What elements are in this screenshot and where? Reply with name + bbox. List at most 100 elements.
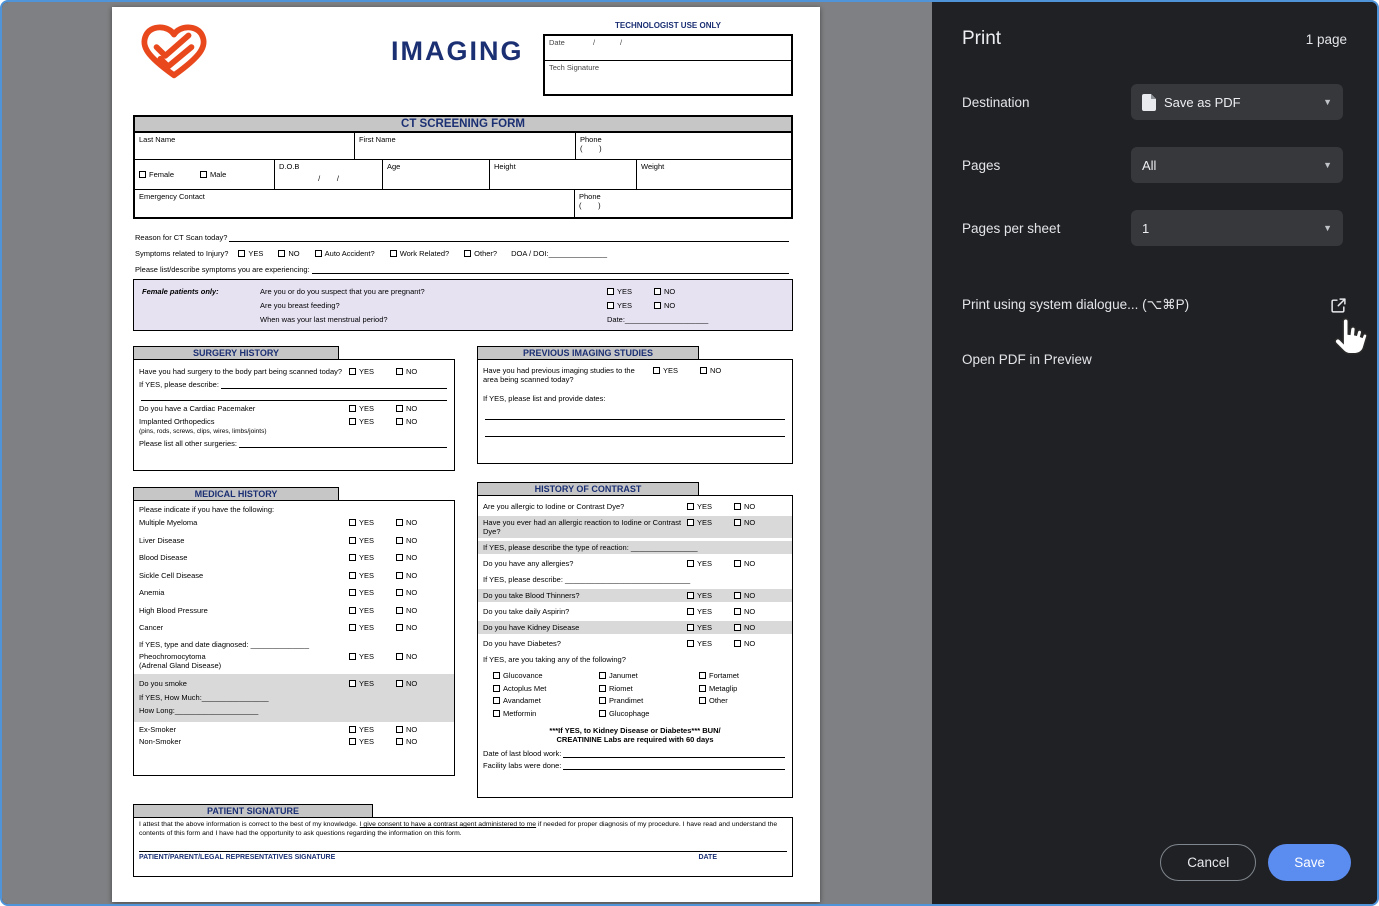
medication-label: Avandamet — [503, 696, 541, 705]
yes-checkbox: YES — [607, 287, 632, 296]
ct-screening-form: IMAGING TECHNOLOGIST USE ONLY Date / / T… — [133, 7, 793, 902]
female-question-row: When was your last menstrual period?Date… — [142, 312, 784, 326]
yes-no-pair: YESNO — [607, 287, 707, 296]
pages-select[interactable]: All ▼ — [1131, 147, 1343, 183]
checkbox-label: YES — [697, 623, 712, 632]
blank-row — [483, 428, 787, 437]
checkbox-icon — [687, 519, 694, 526]
no-checkbox: NO — [396, 652, 417, 661]
no-checkbox: NO — [396, 367, 417, 376]
destination-select[interactable]: Save as PDF ▼ — [1131, 84, 1343, 120]
checkbox-label: YES — [359, 652, 374, 661]
checkbox-icon — [734, 503, 741, 510]
yes-no-pair: YESNO — [349, 588, 449, 597]
medical-history-row: CancerYESNO — [139, 619, 449, 637]
question-label: Ex-Smoker — [139, 725, 349, 734]
checkbox-label: YES — [359, 623, 374, 632]
female-patients-box: Female patients only:Are you or do you s… — [133, 279, 793, 331]
no-checkbox: NO — [396, 417, 417, 426]
chevron-down-icon: ▼ — [1323, 160, 1332, 170]
no-checkbox: NO — [700, 366, 721, 375]
checkbox-icon — [396, 680, 403, 687]
dob-slashes: / / — [279, 174, 378, 183]
system-dialog-link[interactable]: Print using system dialogue... (⌥⌘P) — [932, 291, 1377, 319]
demographics-table: Last Name First Name Phone ( ) Female Ma… — [133, 133, 793, 219]
height-field: Height — [490, 160, 637, 189]
reason-section: Reason for CT Scan today? Symptoms relat… — [133, 219, 793, 279]
yes-checkbox: YES — [349, 606, 374, 615]
yes-no-pair: YESNO — [687, 559, 787, 568]
medication-label: Glucovance — [503, 671, 543, 680]
checkbox-label: YES — [248, 249, 263, 258]
checkbox-label: YES — [617, 301, 632, 310]
checkbox-icon — [349, 418, 356, 425]
checkbox-label: YES — [359, 553, 374, 562]
medical-history-header: MEDICAL HISTORY — [133, 487, 339, 501]
medical-history-row: Multiple MyelomaYESNO — [139, 514, 449, 532]
contrast-row: If YES, are you taking any of the follow… — [478, 653, 792, 666]
checkbox-icon — [607, 288, 614, 295]
yes-checkbox: YES — [349, 571, 374, 580]
question-label: Non-Smoker — [139, 737, 349, 746]
checkbox-icon — [349, 680, 356, 687]
checkbox-icon — [349, 624, 356, 631]
blank-line — [485, 428, 785, 437]
system-dialog-label: Print using system dialogue... (⌥⌘P) — [962, 297, 1189, 313]
checkbox-label: YES — [359, 571, 374, 580]
ex-smoker-row: Ex-Smoker YESNO — [139, 725, 449, 735]
checkbox-icon — [687, 503, 694, 510]
medication-column: FortametMetaglipOther — [699, 671, 787, 718]
previous-imaging-row: Have you had previous imaging studies to… — [483, 366, 787, 384]
cancel-button[interactable]: Cancel — [1160, 844, 1256, 881]
yes-no-pair: YESNO — [349, 725, 449, 734]
form-columns: SURGERY HISTORY Have you had surgery to … — [133, 346, 793, 798]
medication-column: JanumetRiometPrandimetGlucophage — [599, 671, 699, 718]
yes-no-slot: YESNO — [349, 417, 449, 427]
medication-label: Actoplus Met — [503, 684, 546, 693]
yes-no-slot: YESNO — [349, 367, 449, 377]
yes-checkbox: YES — [687, 591, 712, 600]
checkbox-icon — [699, 685, 706, 692]
checkbox-icon — [687, 624, 694, 631]
question-label: Do you have Kidney Disease — [483, 623, 687, 632]
previous-imaging-header: PREVIOUS IMAGING STUDIES — [477, 346, 699, 360]
no-checkbox: NO — [396, 737, 417, 746]
medication-option: Janumet — [599, 671, 699, 680]
checkbox-label: NO — [406, 588, 417, 597]
checkbox-no: NO — [278, 249, 299, 258]
contrast-row: Do you have Kidney DiseaseYESNO — [478, 621, 792, 634]
question-label: Anemia — [139, 588, 349, 597]
right-column: PREVIOUS IMAGING STUDIES Have you had pr… — [477, 346, 793, 798]
medication-option: Fortamet — [699, 671, 787, 680]
no-checkbox: NO — [654, 301, 675, 310]
yes-no-slot: YES NO — [653, 366, 753, 376]
checkbox-icon — [396, 554, 403, 561]
checkbox-icon — [599, 710, 606, 717]
heart-logo-icon — [135, 19, 213, 85]
checkbox-icon — [734, 592, 741, 599]
how-much-line: If YES, How Much:________________ — [139, 693, 449, 702]
orthopedics-subtext: (pins, rods, screws, clips, wires, limbs… — [139, 428, 267, 435]
question-label: Do you smoke — [139, 679, 349, 688]
medications-grid: GlucovanceActoplus MetAvandametMetformin… — [483, 669, 787, 721]
patient-signature-box: I attest that the above information is c… — [133, 817, 793, 877]
question-label: When was your last menstrual period? — [260, 315, 607, 324]
reason-question: Reason for CT Scan today? — [135, 233, 227, 242]
open-pdf-preview-link[interactable]: Open PDF in Preview — [932, 345, 1377, 373]
yes-checkbox: YES — [349, 518, 374, 527]
blank-line — [563, 761, 785, 770]
checkbox-icon — [493, 697, 500, 704]
checkbox-label: YES — [663, 366, 678, 375]
checkbox-label: YES — [697, 639, 712, 648]
symptoms-line: Please list/describe symptoms you are ex… — [135, 258, 791, 274]
pages-per-sheet-select[interactable]: 1 ▼ — [1131, 210, 1343, 246]
checkbox-label: NO — [744, 502, 755, 511]
no-checkbox: NO — [734, 518, 755, 527]
yes-no-slot: YESNO — [349, 679, 449, 689]
yes-no-pair: YESNO — [349, 737, 449, 746]
save-button[interactable]: Save — [1268, 844, 1351, 881]
checkbox-label: YES — [697, 559, 712, 568]
history-of-contrast-box: Are you allergic to Iodine or Contrast D… — [477, 495, 793, 798]
yes-checkbox: YES — [349, 623, 374, 632]
checkbox-icon — [654, 288, 661, 295]
